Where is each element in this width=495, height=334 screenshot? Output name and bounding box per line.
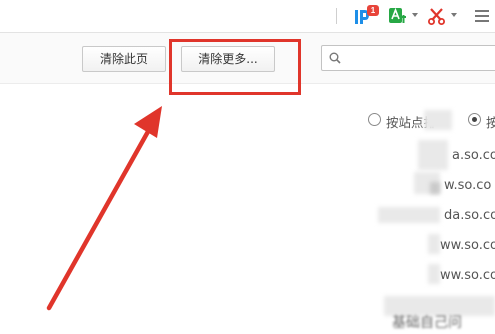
blurred-favicon bbox=[428, 264, 440, 284]
site-entry[interactable]: a.so.co bbox=[452, 148, 495, 163]
sort-other-label: 按 bbox=[486, 115, 495, 130]
watermark-text: 基础自己问 bbox=[392, 315, 462, 331]
blurred-region bbox=[424, 110, 452, 130]
site-entry[interactable]: ww.so.co bbox=[440, 238, 495, 253]
site-entry[interactable]: w.so.co bbox=[444, 178, 491, 193]
site-entry[interactable]: ww.so.co bbox=[440, 268, 495, 283]
blurred-favicon bbox=[418, 140, 448, 170]
site-entry[interactable]: da.so.co bbox=[444, 208, 495, 223]
sort-by-site-radio[interactable] bbox=[368, 113, 381, 126]
blurred-region bbox=[378, 207, 440, 223]
sort-other-radio[interactable] bbox=[468, 113, 481, 126]
blurred-favicon bbox=[428, 234, 440, 254]
blurred-favicon bbox=[430, 182, 440, 194]
